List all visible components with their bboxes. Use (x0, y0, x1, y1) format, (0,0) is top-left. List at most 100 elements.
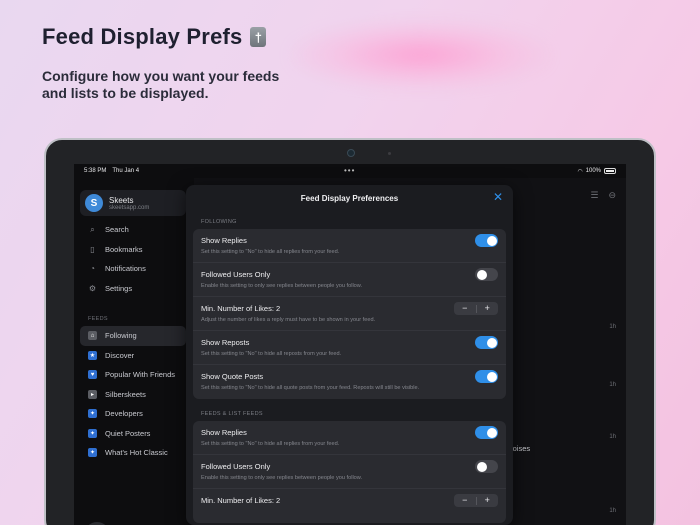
sidebar-item-label: Notifications (105, 264, 146, 274)
post-time: 1h (609, 382, 616, 388)
sidebar-item-label: Bookmarks (105, 244, 143, 254)
setting-row-show-replies: Show Replies Set this setting to "No" to… (193, 229, 506, 263)
feeds-lists-settings-group: Show Replies Set this setting to "No" to… (193, 421, 506, 523)
setting-description: Enable this setting to only see replies … (201, 283, 363, 289)
feed-icon: ♥ (88, 370, 97, 380)
followed-users-only-toggle[interactable] (475, 268, 498, 281)
setting-row-show-reposts: Show Reposts Set this setting to "No" to… (193, 331, 506, 365)
wifi-icon: ◠ (577, 168, 583, 175)
feed-icon: ✦ (88, 428, 97, 438)
setting-row-followed-users-only: Followed Users Only Enable this setting … (193, 455, 506, 489)
show-quote-posts-toggle[interactable] (475, 370, 498, 383)
page-title: Feed Display Prefs † (42, 24, 267, 50)
status-bar: 5:38 PM Thu Jan 4 ••• ◠ 100% (74, 164, 626, 178)
modal-title: Feed Display Preferences (300, 193, 399, 203)
setting-description: Adjust the number of likes a reply must … (201, 317, 376, 323)
sidebar-item-notifications[interactable]: ◔ Notifications (80, 259, 190, 279)
gear-icon: ⚙ (88, 283, 97, 293)
feed-icon: ▸ (88, 389, 97, 399)
setting-description: Set this setting to "No" to hide all quo… (201, 385, 420, 391)
sidebar: S Skeets skeetsapp.com ⌕ Search ▯ Bookma… (80, 190, 190, 525)
post-time: 1h (609, 508, 616, 514)
setting-row-followed-users-only: Followed Users Only Enable this setting … (193, 263, 506, 297)
sidebar-item-quiet-posters[interactable]: ✦ Quiet Posters (80, 424, 186, 444)
sidebar-item-label: Quiet Posters (105, 428, 151, 438)
min-likes-stepper[interactable]: − + (454, 494, 498, 507)
sidebar-item-label: Silberskeets (105, 389, 146, 399)
battery-percent: 100% (585, 168, 601, 174)
feed-icon: ✦ (88, 409, 97, 419)
sidebar-item-label: Following (105, 331, 137, 341)
post-time: 1h (609, 324, 616, 330)
setting-title: Show Quote Posts (201, 372, 264, 381)
multitask-dots-icon[interactable]: ••• (344, 166, 355, 175)
battery-icon (604, 168, 616, 174)
sidebar-item-whats-hot-classic[interactable]: ✦ What's Hot Classic (80, 443, 186, 463)
setting-description: Set this setting to "No" to hide all rep… (201, 351, 342, 357)
setting-row-min-likes: Min. Number of Likes: 2 − + (193, 489, 506, 523)
setting-title: Followed Users Only (201, 270, 271, 279)
page-title-text: Feed Display Prefs (42, 24, 243, 49)
sidebar-item-developers[interactable]: ✦ Developers (80, 404, 186, 424)
status-time: 5:38 PM (84, 168, 107, 174)
dagger-icon: † (250, 27, 267, 47)
timeline-toolbar: ☰ ⊖ (590, 190, 616, 201)
stepper-minus-button[interactable]: − (454, 494, 476, 507)
stepper-minus-button[interactable]: − (454, 302, 476, 315)
sidebar-item-settings[interactable]: ⚙ Settings (80, 279, 190, 299)
close-icon[interactable]: ✕ (493, 191, 503, 203)
bookmark-icon: ▯ (90, 244, 95, 254)
search-icon: ⌕ (90, 224, 95, 234)
setting-row-show-quote-posts: Show Quote Posts Set this setting to "No… (193, 365, 506, 399)
setting-row-show-replies: Show Replies Set this setting to "No" to… (193, 421, 506, 455)
section-label-following: FOLLOWING (201, 219, 237, 225)
home-icon: ⌂ (88, 331, 97, 341)
setting-description: Set this setting to "No" to hide all rep… (201, 249, 340, 255)
sidebar-item-label: Settings (105, 283, 133, 293)
feed-icon: ★ (88, 350, 97, 360)
feed-icon: ✦ (88, 448, 97, 458)
setting-title: Show Replies (201, 428, 247, 437)
sidebar-item-search[interactable]: ⌕ Search (80, 220, 190, 240)
post-time: 1h (609, 434, 616, 440)
account-name: Skeets (109, 195, 134, 205)
background-glow (290, 20, 550, 90)
sidebar-item-label: Developers (105, 409, 143, 419)
more-icon[interactable]: ⊖ (608, 190, 616, 201)
avatar: S (85, 194, 103, 212)
status-date: Thu Jan 4 (112, 168, 140, 174)
bell-icon: ◔ (90, 264, 95, 274)
sidebar-item-label: What's Hot Classic (105, 448, 168, 458)
feeds-section-label: FEEDS (88, 316, 108, 322)
modal-header: Feed Display Preferences ✕ (186, 185, 513, 211)
page-subtitle: Configure how you want your feeds and li… (42, 68, 280, 101)
status-right: ◠ 100% (577, 168, 616, 175)
followed-users-only-toggle[interactable] (475, 460, 498, 473)
filter-icon[interactable]: ☰ (590, 190, 598, 201)
sidebar-item-label: Discover (105, 350, 135, 360)
following-settings-group: Show Replies Set this setting to "No" to… (193, 229, 506, 399)
section-label-feeds-lists: FEEDS & LIST FEEDS (201, 411, 263, 417)
feed-display-preferences-modal: Feed Display Preferences ✕ FOLLOWING Sho… (186, 185, 513, 525)
stepper-plus-button[interactable]: + (477, 494, 499, 507)
account-switcher[interactable]: S Skeets skeetsapp.com (80, 190, 186, 216)
sidebar-item-bookmarks[interactable]: ▯ Bookmarks (80, 240, 190, 260)
sidebar-item-silberskeets[interactable]: ▸ Silberskeets (80, 385, 186, 405)
sidebar-item-label: Popular With Friends (105, 370, 176, 380)
setting-description: Enable this setting to only see replies … (201, 475, 363, 481)
setting-title: Followed Users Only (201, 462, 271, 471)
sidebar-item-label: Search (105, 225, 129, 235)
show-reposts-toggle[interactable] (475, 336, 498, 349)
show-replies-toggle[interactable] (475, 426, 498, 439)
account-handle: skeetsapp.com (109, 204, 150, 211)
setting-title: Show Reposts (201, 338, 250, 347)
setting-title: Show Replies (201, 236, 247, 245)
min-likes-stepper[interactable]: − + (454, 302, 498, 315)
sidebar-item-following[interactable]: ⌂ Following (80, 326, 186, 346)
sidebar-item-discover[interactable]: ★ Discover (80, 346, 186, 366)
sidebar-item-popular-with-friends[interactable]: ♥ Popular With Friends (80, 365, 186, 385)
setting-description: Set this setting to "No" to hide all rep… (201, 441, 340, 447)
stepper-plus-button[interactable]: + (477, 302, 499, 315)
show-replies-toggle[interactable] (475, 234, 498, 247)
camera-icon (347, 149, 355, 157)
